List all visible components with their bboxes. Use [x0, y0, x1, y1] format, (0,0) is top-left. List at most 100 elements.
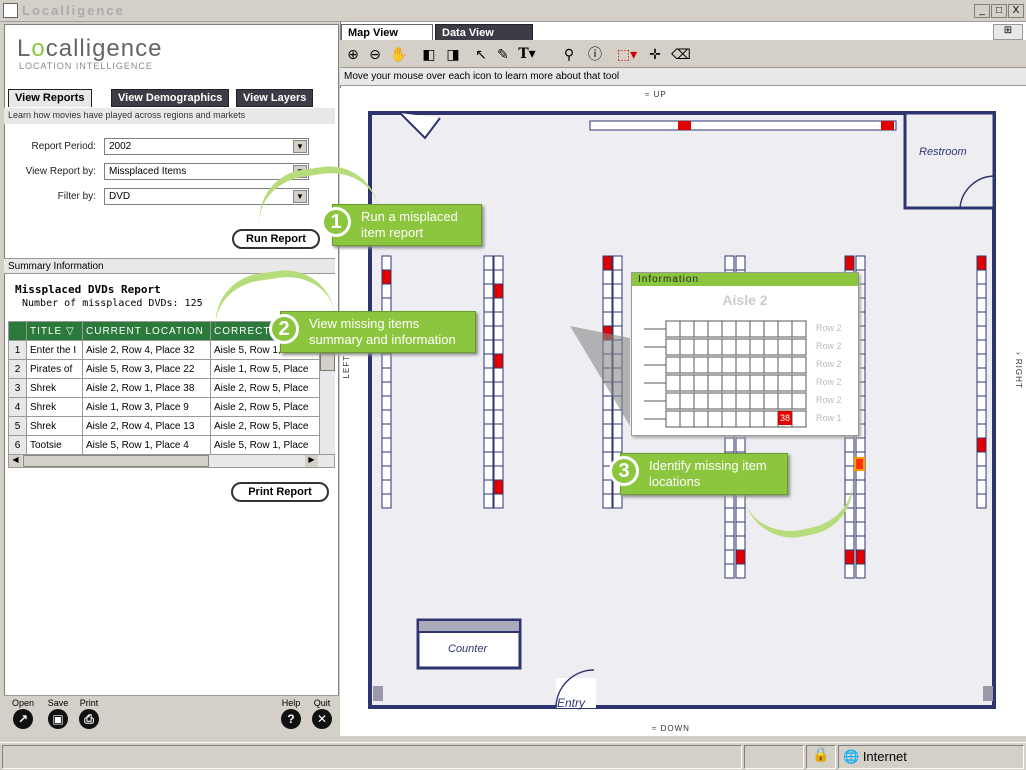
print-button[interactable]: Print ⎙ [76, 698, 102, 729]
shelf-slot [612, 269, 623, 285]
shelf-slot [855, 521, 866, 537]
shelf-slot [976, 465, 987, 481]
chevron-down-icon[interactable]: ▼ [293, 140, 307, 153]
minimize-button[interactable]: _ [974, 4, 990, 18]
shelf-slot [612, 255, 623, 271]
shelf-slot [735, 493, 746, 509]
print-icon: ⎙ [79, 709, 99, 729]
store-map[interactable]: ≈ UP ≈ DOWN LEFT ‹ › RIGHT Restroom Coun… [340, 88, 1026, 736]
shelf-slot [381, 367, 392, 383]
info-popup: Information Aisle 2 Row 2 Row 2 Row 2 Ro… [631, 272, 859, 436]
marquee-select-icon[interactable]: ⬚▾ [616, 43, 638, 65]
maximize-button[interactable]: □ [991, 4, 1007, 18]
app-icon [3, 3, 18, 18]
measure-icon[interactable]: ✎ [492, 43, 514, 65]
quit-button[interactable]: Quit ✕ [309, 698, 335, 729]
rack-slot [721, 392, 737, 410]
back-icon[interactable]: ◧ [418, 43, 440, 65]
table-row[interactable]: 3 Shrek Aisle 2, Row 1, Place 38 Aisle 2, R… [8, 378, 321, 398]
rack-slot [791, 338, 807, 356]
shelf-slot [976, 283, 987, 299]
tab-view-reports[interactable]: View Reports [8, 89, 92, 107]
shelf-slot [483, 493, 494, 509]
scroll-thumb[interactable] [23, 455, 209, 467]
eraser-icon[interactable]: ⌫ [670, 43, 692, 65]
shelf-slot [381, 465, 392, 481]
crosshair-icon[interactable]: ✛ [644, 43, 666, 65]
close-button[interactable]: X [1008, 4, 1024, 18]
tab-hint: Learn how movies have played across regi… [4, 108, 335, 124]
rack-slot [791, 374, 807, 392]
shelf-slot [493, 367, 504, 383]
shelf-slot [483, 269, 494, 285]
horizontal-scrollbar[interactable]: ◀ ▶ [8, 454, 335, 468]
shelf-slot [602, 269, 613, 285]
shelf-slot [483, 339, 494, 355]
help-button[interactable]: Help? [278, 698, 304, 729]
callout-3-text: Identify missing item locations [649, 458, 767, 489]
shelf-slot [724, 521, 735, 537]
globe-icon: 🌐 [843, 749, 860, 764]
shelf-slot [483, 297, 494, 313]
room-label-entry: Entry [557, 696, 586, 710]
table-row[interactable]: 4 Shrek Aisle 1, Row 3, Place 9 Aisle 2, Ro… [8, 397, 321, 417]
table-row[interactable]: 5 Shrek Aisle 2, Row 4, Place 13 Aisle 2, R… [8, 416, 321, 436]
tab-view-layers[interactable]: View Layers [236, 89, 314, 107]
rack-slot [693, 320, 709, 338]
select-arrow-icon[interactable]: ↖ [470, 43, 492, 65]
rack-slot [721, 338, 737, 356]
zoom-out-icon[interactable]: ⊖ [364, 43, 386, 65]
shelf-slot [381, 269, 392, 285]
missing-item-marker[interactable]: 38 [778, 411, 792, 425]
scroll-left-arrow[interactable]: ◀ [9, 455, 22, 467]
help-icon: ? [281, 709, 301, 729]
shelf-slot [483, 451, 494, 467]
scroll-right-arrow[interactable]: ▶ [305, 455, 318, 467]
shelf-slot [483, 437, 494, 453]
col-title[interactable]: TITLE ▽ [26, 321, 83, 341]
shelf-slot [493, 381, 504, 397]
scroll-thumb[interactable] [320, 353, 335, 371]
table-row[interactable]: 1 Enter the I Aisle 2, Row 4, Place 32 Aisl… [8, 340, 321, 360]
period-select[interactable]: 2002 ▼ [104, 138, 309, 155]
text-tool-icon[interactable]: T▾ [516, 43, 538, 65]
shelf-slot [493, 353, 504, 369]
shelf-slot [602, 297, 613, 313]
forward-icon[interactable]: ◨ [442, 43, 464, 65]
missing-count: Number of missplaced DVDs: 125 [22, 298, 203, 309]
corner-cell [8, 321, 27, 341]
pan-hand-icon[interactable]: ✋ [388, 43, 410, 65]
shelf-slot [381, 479, 392, 495]
table-row[interactable]: 6 Tootsie Aisle 5, Row 1, Place 4 Aisle 5, … [8, 435, 321, 455]
rack-slot [763, 410, 779, 428]
vertical-scrollbar[interactable] [319, 339, 335, 455]
rack-slot [679, 338, 695, 356]
status-cell [744, 745, 804, 769]
shelf-slot [602, 255, 613, 271]
find-binoculars-icon[interactable]: ⚲ [558, 43, 580, 65]
rack-slot [707, 392, 723, 410]
step-1-badge: 1 [321, 207, 351, 237]
col-current[interactable]: CURRENT LOCATION [82, 321, 211, 341]
save-button[interactable]: Save ▣ [45, 698, 71, 729]
tab-view-demographics[interactable]: View Demographics [111, 89, 230, 107]
print-report-button[interactable]: Print Report [231, 482, 329, 502]
rack-slot [693, 338, 709, 356]
shelf-slot [855, 549, 866, 565]
table-row[interactable]: 2 Pirates of Aisle 5, Row 3, Place 22 Aisle… [8, 359, 321, 379]
shelf-slot [381, 353, 392, 369]
viewby-select[interactable]: Missplaced Items ▼ [104, 163, 309, 180]
shelf-slot [602, 437, 613, 453]
info-icon[interactable]: ⓘ [584, 43, 606, 65]
shelf-slot [735, 535, 746, 551]
window-title: Localligence [22, 3, 125, 18]
shelf-slot [735, 437, 746, 453]
zoom-in-icon[interactable]: ⊕ [342, 43, 364, 65]
open-button[interactable]: Open ↗ [10, 698, 36, 729]
rack-slot [777, 392, 793, 410]
filter-label: Filter by: [57, 191, 96, 202]
run-report-button[interactable]: Run Report [232, 229, 320, 249]
shelf-slot [381, 409, 392, 425]
zone-label: Internet [862, 749, 907, 764]
selected-shelf-slot[interactable] [854, 457, 865, 471]
